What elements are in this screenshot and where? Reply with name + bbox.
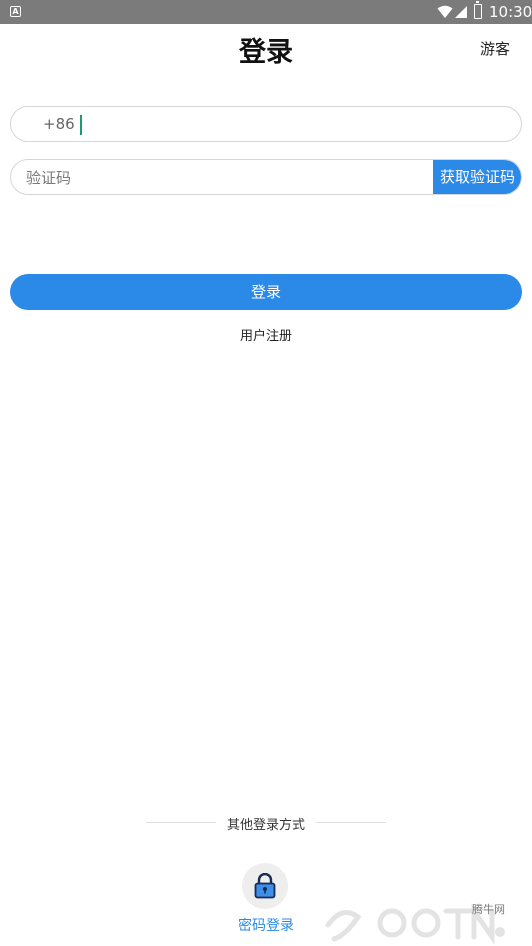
battery-charging-icon: ⚡ (474, 1, 482, 19)
lock-icon (254, 873, 276, 899)
get-code-button[interactable]: 获取验证码 (433, 160, 521, 194)
watermark-text: 腾牛网 (472, 903, 505, 916)
phone-input[interactable] (89, 111, 509, 139)
country-code[interactable]: +86 (43, 115, 75, 133)
other-login-label: 其他登录方式 (226, 818, 305, 833)
verification-code-field[interactable]: 获取验证码 (10, 159, 522, 195)
password-login-circle[interactable] (242, 863, 288, 909)
guest-button[interactable]: 游客 (480, 38, 510, 59)
verification-code-input[interactable] (26, 164, 426, 192)
password-login-label[interactable]: 密码登录 (226, 915, 306, 935)
wifi-icon (437, 5, 453, 18)
status-bar: A ⚡ 10:30 (0, 0, 532, 24)
register-link[interactable]: 用户注册 (0, 325, 532, 344)
other-login-divider: 其他登录方式 (0, 814, 532, 833)
page-title: 登录 (239, 37, 293, 68)
status-time: 10:30 (489, 3, 532, 21)
phone-field[interactable]: +86 (10, 106, 522, 142)
cell-signal-icon (455, 6, 467, 18)
divider-line-right (316, 822, 386, 823)
password-login-button[interactable]: 密码登录 (226, 863, 306, 935)
site-watermark: 腾牛网 (322, 895, 532, 946)
text-cursor (80, 115, 82, 135)
notification-app-icon: A (10, 6, 21, 17)
login-button[interactable]: 登录 (10, 274, 522, 310)
